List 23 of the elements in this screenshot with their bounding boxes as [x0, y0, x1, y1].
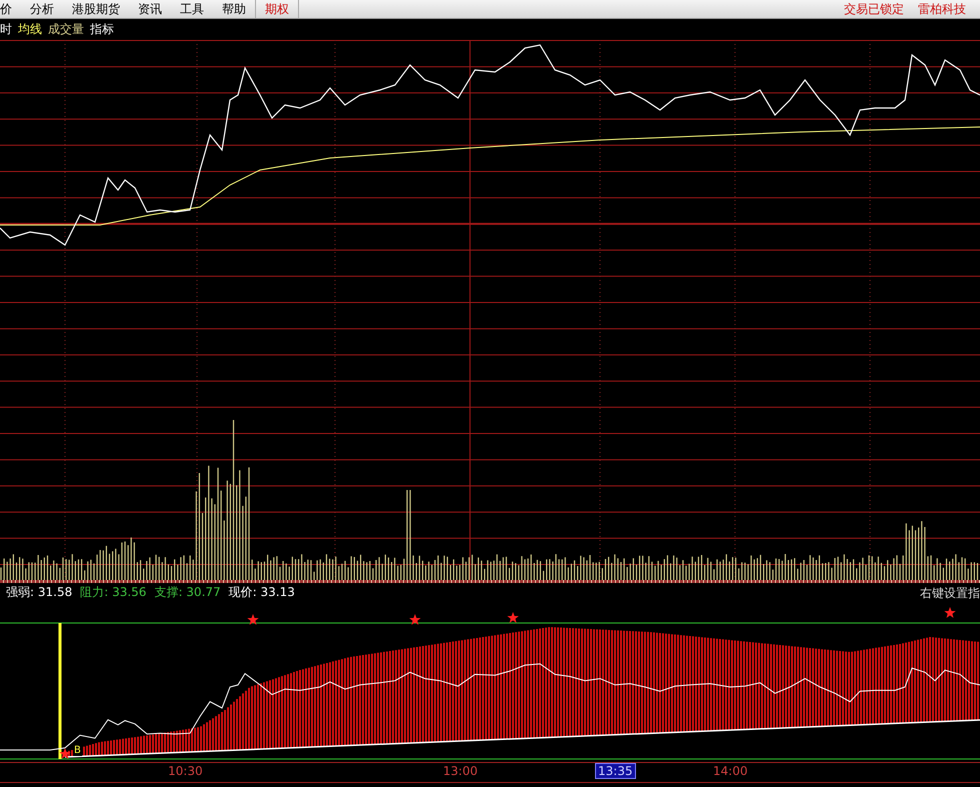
- status-label: 雷柏科技: [918, 0, 966, 18]
- legend-item[interactable]: 时: [0, 21, 12, 38]
- time-label: 13:35: [596, 764, 635, 778]
- indicator-readout: 强弱: 31.58: [6, 584, 72, 601]
- legend-item[interactable]: 均线: [18, 21, 42, 38]
- legend-item[interactable]: 指标: [90, 21, 114, 38]
- signal-marker: B: [73, 745, 82, 756]
- status-label: 交易已锁定: [844, 0, 904, 18]
- menu-item[interactable]: 期权: [265, 0, 298, 18]
- menu-item[interactable]: 价: [0, 0, 21, 18]
- indicator-readout: 支撑: 30.77: [154, 584, 221, 601]
- indicator-readout: 阻力: 33.56: [80, 584, 146, 601]
- legend-item[interactable]: 成交量: [48, 21, 84, 38]
- menu-item[interactable]: 帮助: [222, 0, 255, 18]
- time-label: 10:30: [167, 764, 204, 778]
- time-label: 14:00: [712, 764, 749, 778]
- menu-item[interactable]: 港股期货: [72, 0, 129, 18]
- indicator-readout: 现价: 33.13: [228, 584, 295, 601]
- menu-item[interactable]: 分析: [30, 0, 63, 18]
- menu-item[interactable]: 资讯: [138, 0, 171, 18]
- hint-text: 右键设置指: [920, 585, 980, 602]
- menu-item[interactable]: 工具: [180, 0, 213, 18]
- time-label: 13:00: [442, 764, 479, 778]
